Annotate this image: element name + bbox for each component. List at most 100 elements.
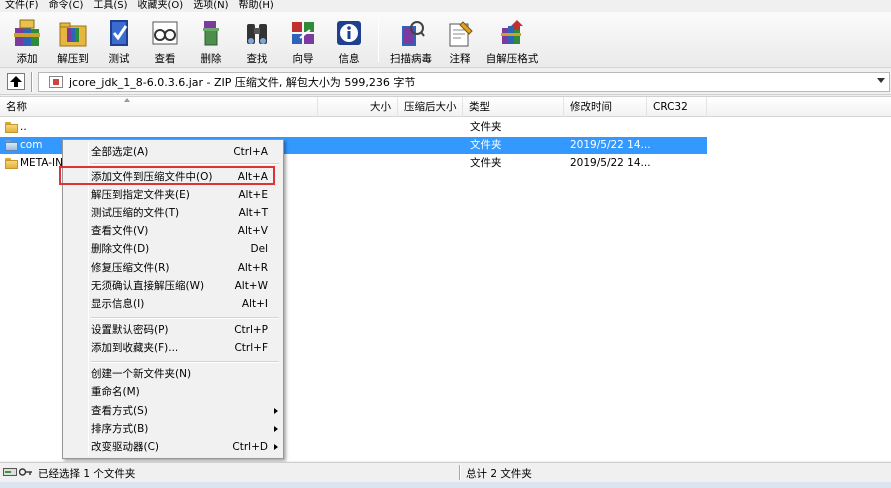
menu-item-shortcut: Ctrl+D bbox=[232, 441, 268, 453]
address-field[interactable]: jcore_jdk_1_8-6.0.3.6.jar - ZIP 压缩文件, 解包… bbox=[38, 72, 890, 92]
find-button[interactable]: 查找 bbox=[234, 12, 280, 66]
status-bar: 已经选择 1 个文件夹 总计 2 文件夹 bbox=[0, 462, 891, 482]
status-icons bbox=[3, 467, 33, 477]
scan-virus-button[interactable]: 扫描病毒 bbox=[385, 12, 437, 66]
menu-separator bbox=[91, 361, 279, 363]
menu-rename[interactable]: 重命名(M) bbox=[66, 383, 280, 401]
menu-item-shortcut: Alt+R bbox=[237, 262, 268, 274]
info-button[interactable]: 信息 bbox=[326, 12, 372, 66]
row-type: 文件夹 bbox=[470, 157, 502, 169]
sfx-button[interactable]: 自解压格式 bbox=[483, 12, 541, 66]
menu-change-drive[interactable]: 改变驱动器(C) Ctrl+D bbox=[66, 438, 280, 456]
menu-options[interactable]: 选项(N) bbox=[188, 0, 233, 11]
menu-view-mode[interactable]: 查看方式(S) bbox=[66, 402, 280, 420]
wizard-icon bbox=[286, 16, 320, 49]
menu-item-shortcut: Ctrl+F bbox=[234, 342, 268, 354]
find-label: 查找 bbox=[246, 53, 268, 65]
menu-item-label: 测试压缩的文件(T) bbox=[91, 207, 180, 219]
delete-button[interactable]: 删除 bbox=[188, 12, 234, 66]
comment-label: 注释 bbox=[449, 53, 471, 65]
key-icon[interactable] bbox=[19, 467, 33, 477]
column-name[interactable]: 名称 bbox=[0, 97, 318, 117]
extract-folder-icon bbox=[56, 16, 90, 49]
view-button[interactable]: 查看 bbox=[142, 12, 188, 66]
column-header: 名称 大小 压缩后大小 类型 修改时间 CRC32 bbox=[0, 97, 891, 117]
delete-trash-icon bbox=[194, 16, 228, 49]
view-label: 查看 bbox=[154, 53, 176, 65]
menu-view-file[interactable]: 查看文件(V) Alt+V bbox=[66, 222, 280, 240]
menu-add-favorite[interactable]: 添加到收藏夹(F)... Ctrl+F bbox=[66, 339, 280, 357]
up-arrow-icon bbox=[10, 76, 22, 87]
submenu-arrow-icon bbox=[274, 408, 278, 414]
menu-separator bbox=[91, 317, 279, 319]
sfx-icon bbox=[495, 16, 529, 49]
test-check-icon bbox=[102, 16, 136, 49]
column-packed-size[interactable]: 压缩后大小 bbox=[398, 97, 463, 117]
menu-item-shortcut: Ctrl+A bbox=[233, 146, 268, 158]
menu-item-label: 添加到收藏夹(F)... bbox=[91, 342, 179, 354]
menu-extract-no-confirm[interactable]: 无须确认直接解压缩(W) Alt+W bbox=[66, 277, 280, 295]
menu-extract-to[interactable]: 解压到指定文件夹(E) Alt+E bbox=[66, 186, 280, 204]
toolbar-separator bbox=[378, 18, 379, 62]
menu-item-label: 无须确认直接解压缩(W) bbox=[91, 280, 205, 292]
submenu-arrow-icon bbox=[274, 444, 278, 450]
menu-item-shortcut: Alt+T bbox=[238, 207, 268, 219]
menu-item-label: 解压到指定文件夹(E) bbox=[91, 189, 190, 201]
status-divider bbox=[459, 465, 461, 480]
comment-button[interactable]: 注释 bbox=[437, 12, 483, 66]
column-crc32[interactable]: CRC32 bbox=[647, 97, 707, 117]
wizard-button[interactable]: 向导 bbox=[280, 12, 326, 66]
menu-sort-by[interactable]: 排序方式(B) bbox=[66, 420, 280, 438]
zip-archive-icon bbox=[49, 76, 63, 88]
menu-add-files[interactable]: 添加文件到压缩文件中(O) Alt+A bbox=[66, 168, 280, 186]
menu-command[interactable]: 命令(C) bbox=[44, 0, 89, 11]
menu-bar: 文件(F) 命令(C) 工具(S) 收藏夹(O) 选项(N) 帮助(H) bbox=[0, 0, 891, 12]
folder-icon bbox=[5, 140, 18, 151]
menu-item-shortcut: Alt+E bbox=[238, 189, 268, 201]
menu-item-label: 全部选定(A) bbox=[91, 146, 149, 158]
menu-help[interactable]: 帮助(H) bbox=[234, 0, 279, 11]
scan-virus-icon bbox=[394, 16, 428, 49]
menu-show-info[interactable]: 显示信息(I) Alt+I bbox=[66, 295, 280, 313]
window-bottom-edge bbox=[0, 482, 891, 488]
toolbar: 添加 解压到 测试 查看 删除 查找 向导 信息 扫描病毒 注释 自解压格式 bbox=[0, 12, 891, 68]
menu-item-shortcut: Alt+I bbox=[241, 298, 268, 310]
menu-file[interactable]: 文件(F) bbox=[0, 0, 44, 11]
add-button[interactable]: 添加 bbox=[4, 12, 50, 66]
menu-separator bbox=[91, 163, 279, 165]
column-type[interactable]: 类型 bbox=[463, 97, 564, 117]
address-dropdown-icon[interactable] bbox=[877, 78, 885, 83]
menu-test[interactable]: 测试压缩的文件(T) Alt+T bbox=[66, 204, 280, 222]
menu-delete[interactable]: 删除文件(D) Del bbox=[66, 240, 280, 258]
sfx-label: 自解压格式 bbox=[485, 53, 539, 65]
menu-new-folder[interactable]: 创建一个新文件夹(N) bbox=[66, 365, 280, 383]
menu-item-label: 查看文件(V) bbox=[91, 225, 149, 237]
menu-item-shortcut: Ctrl+P bbox=[234, 324, 268, 336]
up-folder-button[interactable] bbox=[7, 73, 25, 90]
find-binoculars-icon bbox=[240, 16, 274, 49]
add-books-icon bbox=[10, 16, 44, 49]
menu-set-password[interactable]: 设置默认密码(P) Ctrl+P bbox=[66, 321, 280, 339]
table-row[interactable]: .. 文件夹 bbox=[0, 119, 707, 136]
scan-virus-label: 扫描病毒 bbox=[390, 53, 432, 65]
menu-select-all[interactable]: 全部选定(A) Ctrl+A bbox=[66, 143, 280, 161]
column-modified[interactable]: 修改时间 bbox=[564, 97, 647, 117]
row-type: 文件夹 bbox=[470, 121, 502, 133]
address-row: jcore_jdk_1_8-6.0.3.6.jar - ZIP 压缩文件, 解包… bbox=[0, 69, 891, 95]
row-modified: 2019/5/22 14... bbox=[570, 157, 651, 169]
delete-label: 删除 bbox=[200, 53, 222, 65]
extract-button[interactable]: 解压到 bbox=[50, 12, 96, 66]
menu-item-label: 添加文件到压缩文件中(O) bbox=[91, 171, 213, 183]
menu-repair[interactable]: 修复压缩文件(R) Alt+R bbox=[66, 259, 280, 277]
status-total: 总计 2 文件夹 bbox=[466, 468, 532, 480]
column-size[interactable]: 大小 bbox=[318, 97, 398, 117]
menu-item-shortcut: Alt+W bbox=[234, 280, 268, 292]
menu-item-label: 改变驱动器(C) bbox=[91, 441, 160, 453]
view-glasses-icon bbox=[148, 16, 182, 49]
menu-favorites[interactable]: 收藏夹(O) bbox=[133, 0, 189, 11]
menu-tools[interactable]: 工具(S) bbox=[88, 0, 132, 11]
test-button[interactable]: 测试 bbox=[96, 12, 142, 66]
address-separator bbox=[31, 72, 33, 92]
add-label: 添加 bbox=[16, 53, 38, 65]
row-type: 文件夹 bbox=[470, 139, 502, 151]
